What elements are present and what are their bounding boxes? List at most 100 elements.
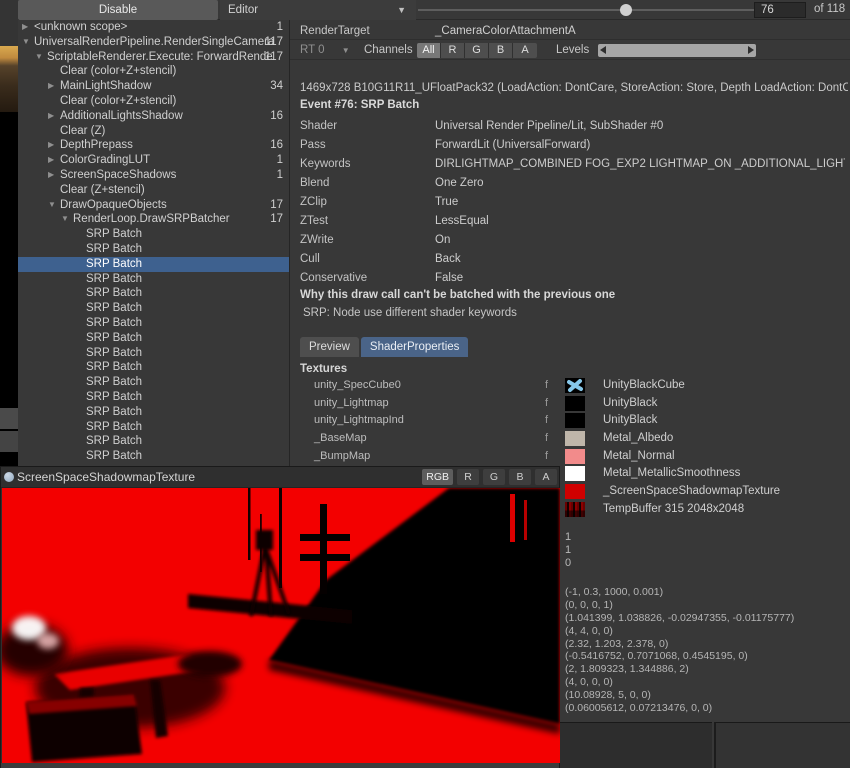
texture-entry-row[interactable]: UnityBlack [565, 412, 845, 430]
tree-row[interactable]: Clear (Z+stencil) [18, 183, 289, 198]
texture-entry-row[interactable]: Metal_MetallicSmoothness [565, 465, 845, 483]
tree-row[interactable]: SRP Batch [18, 449, 289, 464]
chevron-right-icon[interactable]: ▶ [48, 153, 60, 168]
tree-row[interactable]: SRP Batch [18, 227, 289, 242]
tree-row[interactable]: ▶<unknown scope>1 [18, 20, 289, 35]
channel-button-all[interactable]: All [417, 43, 441, 58]
tree-row[interactable]: SRP Batch [18, 286, 289, 301]
tree-row-label: ScriptableRenderer.Execute: ForwardRende [47, 51, 273, 63]
tree-row[interactable]: Clear (color+Z+stencil) [18, 64, 289, 79]
preview-channel-button-r[interactable]: R [457, 469, 479, 485]
channel-button-a[interactable]: A [513, 43, 537, 58]
float-value: 1 [565, 544, 571, 557]
tree-row-label: SRP Batch [86, 421, 142, 433]
texture-property-row[interactable]: _BaseMapf [290, 430, 558, 448]
target-selector-dropdown[interactable]: Editor ▼ [220, 0, 416, 20]
chevron-down-icon[interactable]: ▼ [48, 198, 60, 213]
tree-row[interactable]: SRP Batch [18, 420, 289, 435]
background-panel-fragment [714, 722, 850, 768]
tree-row[interactable]: SRP Batch [18, 405, 289, 420]
texture-entry-row[interactable]: _ScreenSpaceShadowmapTexture [565, 483, 845, 501]
chevron-right-icon[interactable]: ▶ [48, 138, 60, 153]
tree-row[interactable]: Clear (Z) [18, 124, 289, 139]
tree-row[interactable]: ▼UniversalRenderPipeline.RenderSingleCam… [18, 35, 289, 50]
property-value: Back [435, 250, 845, 269]
preview-window-bottom-edge [1, 763, 559, 768]
texture-value-name: _ScreenSpaceShadowmapTexture [603, 483, 780, 501]
chevron-down-icon[interactable]: ▼ [61, 212, 73, 227]
tree-row[interactable]: ▼RenderLoop.DrawSRPBatcher17 [18, 212, 289, 227]
property-value: False [435, 269, 845, 288]
tree-row[interactable]: ▼DrawOpaqueObjects17 [18, 198, 289, 213]
tree-row[interactable]: SRP Batch [18, 434, 289, 449]
texture-entry-row[interactable]: Metal_Albedo [565, 430, 845, 448]
texture-entry-row[interactable]: Metal_Normal [565, 448, 845, 466]
property-label: Keywords [300, 155, 351, 174]
tree-row-label: ColorGradingLUT [60, 154, 150, 166]
tree-row[interactable]: SRP Batch [18, 242, 289, 257]
texture-property-row[interactable]: unity_Lightmapf [290, 395, 558, 413]
chevron-right-icon[interactable]: ▶ [48, 79, 60, 94]
tree-row-count: 117 [265, 50, 283, 65]
tree-row[interactable]: SRP Batch [18, 257, 289, 272]
chevron-down-icon[interactable]: ▼ [35, 50, 47, 65]
texture-property-row[interactable]: _BumpMapf [290, 448, 558, 466]
tree-row[interactable]: ▶DepthPrepass16 [18, 138, 289, 153]
frame-slider-track[interactable] [418, 9, 770, 11]
preview-channel-button-g[interactable]: G [483, 469, 505, 485]
preview-channel-button-b[interactable]: B [509, 469, 531, 485]
tree-row-label: Clear (Z+stencil) [60, 184, 145, 196]
disable-button[interactable]: Disable [18, 0, 218, 20]
texture-icon [4, 472, 14, 482]
tree-row[interactable]: SRP Batch [18, 331, 289, 346]
tree-row[interactable]: SRP Batch [18, 375, 289, 390]
tree-row-label: SRP Batch [86, 376, 142, 388]
tree-row[interactable]: ▶AdditionalLightsShadow16 [18, 109, 289, 124]
preview-channel-button-rgb[interactable]: RGB [422, 469, 453, 485]
frame-number-input[interactable] [754, 2, 806, 18]
vector-value: (2, 1.809323, 1.344886, 2) [565, 663, 794, 676]
tree-row[interactable]: SRP Batch [18, 346, 289, 361]
tree-row[interactable]: ▼ScriptableRenderer.Execute: ForwardRend… [18, 50, 289, 65]
chevron-down-icon: ▼ [342, 46, 350, 55]
channel-button-g[interactable]: G [465, 43, 489, 58]
tree-row[interactable]: ▶ColorGradingLUT1 [18, 153, 289, 168]
tab-shaderproperties[interactable]: ShaderProperties [361, 337, 469, 357]
frame-slider-handle[interactable] [620, 4, 632, 16]
texture-property-row[interactable]: unity_LightmapIndf [290, 412, 558, 430]
channel-button-b[interactable]: B [489, 43, 513, 58]
channel-button-r[interactable]: R [441, 43, 465, 58]
tree-row[interactable]: ▶ScreenSpaceShadows1 [18, 168, 289, 183]
textures-section-header: Textures [300, 363, 347, 375]
event-property-row: ZTestLessEqual [290, 212, 850, 231]
tree-row[interactable]: SRP Batch [18, 390, 289, 405]
chevron-right-icon[interactable]: ▶ [48, 168, 60, 183]
texture-property-row[interactable]: unity_SpecCube0f [290, 377, 558, 395]
tree-row[interactable]: ▶MainLightShadow34 [18, 79, 289, 94]
chevron-down-icon[interactable]: ▼ [22, 35, 34, 50]
event-property-row: ConservativeFalse [290, 269, 850, 288]
levels-min-handle[interactable] [600, 46, 606, 54]
tree-row[interactable]: SRP Batch [18, 272, 289, 287]
tree-row-label: SRP Batch [86, 347, 142, 359]
vector-value: (10.08928, 5, 0, 0) [565, 689, 794, 702]
property-value: LessEqual [435, 212, 845, 231]
tree-row[interactable]: SRP Batch [18, 301, 289, 316]
rt-index-dropdown[interactable]: RT 0 ▼ [300, 41, 350, 60]
texture-entry-row[interactable]: UnityBlack [565, 395, 845, 413]
chevron-down-icon: ▼ [397, 0, 406, 20]
texture-entry-row[interactable]: TempBuffer 315 2048x2048 [565, 501, 845, 519]
levels-range-slider[interactable] [598, 44, 756, 57]
preview-channel-button-a[interactable]: A [535, 469, 557, 485]
rt-index-label: RT 0 [300, 44, 325, 56]
texture-value-column: UnityBlackCubeUnityBlackUnityBlackMetal_… [565, 377, 845, 519]
chevron-right-icon[interactable]: ▶ [48, 109, 60, 124]
chevron-right-icon[interactable]: ▶ [22, 20, 34, 35]
texture-entry-row[interactable]: UnityBlackCube [565, 377, 845, 395]
texture-preview-titlebar[interactable]: ScreenSpaceShadowmapTexture RGBRGBA [1, 467, 559, 488]
tab-preview[interactable]: Preview [300, 337, 359, 357]
tree-row[interactable]: SRP Batch [18, 360, 289, 375]
tree-row[interactable]: SRP Batch [18, 316, 289, 331]
tree-row[interactable]: Clear (color+Z+stencil) [18, 94, 289, 109]
levels-max-handle[interactable] [748, 46, 754, 54]
